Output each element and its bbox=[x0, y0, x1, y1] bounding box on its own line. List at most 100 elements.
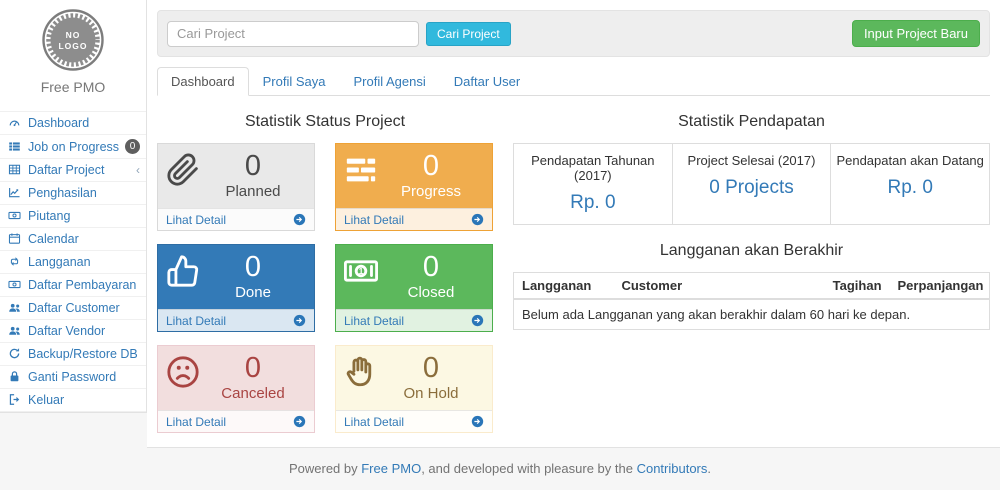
table-row: Belum ada Langganan yang akan berakhir d… bbox=[514, 299, 990, 330]
sidebar-item-penghasilan[interactable]: Penghasilan bbox=[0, 181, 146, 204]
stat-value: Rp. 0 bbox=[835, 177, 985, 199]
lihat-detail-label: Lihat Detail bbox=[166, 314, 226, 328]
users-icon bbox=[8, 324, 22, 338]
lock-icon bbox=[8, 370, 22, 384]
empty-subscriptions-message: Belum ada Langganan yang akan berakhir d… bbox=[514, 299, 990, 330]
status-card-body: 0Done bbox=[158, 245, 314, 309]
column-header-tagihan: Tagihan bbox=[809, 273, 890, 300]
footer-text: Powered by bbox=[289, 461, 361, 476]
sidebar-item-label: Calendar bbox=[28, 232, 79, 246]
tab-profil-agensi[interactable]: Profil Agensi bbox=[339, 67, 439, 96]
status-card-body: 10Closed bbox=[336, 245, 492, 309]
subscription-section-title: Langganan akan Berakhir bbox=[513, 242, 990, 260]
lihat-detail-label: Lihat Detail bbox=[344, 213, 404, 227]
sidebar-menu: Dashboard Job on Progress 0 Daftar Project ‹… bbox=[0, 111, 146, 412]
status-cards: 0PlannedLihat Detail 0Progress Lihat Detai… bbox=[157, 143, 493, 433]
search-button[interactable]: Cari Project bbox=[426, 22, 511, 46]
sidebar-item-daftar-pembayaran[interactable]: Daftar Pembayaran bbox=[0, 273, 146, 296]
lihat-detail-link[interactable]: Lihat Detail bbox=[158, 208, 314, 230]
sidebar-item-piutang[interactable]: Piutang bbox=[0, 204, 146, 227]
income-column: Statistik Pendapatan Pendapatan Tahunan … bbox=[513, 96, 990, 433]
sidebar-item-job-on-progress[interactable]: Job on Progress 0 bbox=[0, 134, 146, 158]
lihat-detail-link[interactable]: Lihat Detail bbox=[158, 309, 314, 331]
income-stat-pendapatan-tahunan-2017: Pendapatan Tahunan (2017) Rp. 0 bbox=[514, 144, 672, 224]
sidebar-item-label: Daftar Customer bbox=[28, 301, 120, 315]
status-column: Statistik Status Project 0PlannedLihat D… bbox=[157, 96, 493, 433]
new-project-button[interactable]: Input Project Baru bbox=[852, 20, 980, 47]
chevron-left-icon: ‹ bbox=[136, 164, 140, 176]
thumbs-up-icon bbox=[166, 254, 200, 291]
sidebar-item-label: Job on Progress bbox=[28, 140, 119, 154]
lihat-detail-link[interactable]: Lihat Detail bbox=[336, 208, 492, 230]
status-card-on-hold: 0On HoldLihat Detail bbox=[335, 345, 493, 433]
lihat-detail-link[interactable]: Lihat Detail bbox=[158, 410, 314, 432]
stat-value: Rp. 0 bbox=[518, 192, 668, 214]
page-footer: Powered by Free PMO, and developed with … bbox=[0, 448, 1000, 490]
column-header-perpanjangan: Perpanjangan bbox=[890, 273, 990, 300]
contributors-link[interactable]: Contributors bbox=[637, 461, 708, 476]
income-stats-table: Pendapatan Tahunan (2017)Rp. 0Project Se… bbox=[513, 143, 990, 225]
sidebar-item-daftar-project[interactable]: Daftar Project ‹ bbox=[0, 158, 146, 181]
users-icon bbox=[8, 301, 22, 315]
sidebar-item-daftar-vendor[interactable]: Daftar Vendor bbox=[0, 319, 146, 342]
money-icon bbox=[8, 278, 22, 292]
svg-text:LOGO: LOGO bbox=[58, 41, 87, 51]
table-icon bbox=[8, 163, 22, 177]
sidebar-item-label: Backup/Restore DB bbox=[28, 347, 138, 361]
column-header-customer: Customer bbox=[613, 273, 808, 300]
sidebar-item-label: Dashboard bbox=[28, 116, 89, 130]
sidebar-item-backup-restore-db[interactable]: Backup/Restore DB bbox=[0, 342, 146, 365]
money-bill-icon: 1 bbox=[344, 254, 378, 291]
money-icon bbox=[8, 209, 22, 223]
retweet-icon bbox=[8, 255, 22, 269]
status-card-done: 0Done Lihat Detail bbox=[157, 244, 315, 332]
lihat-detail-label: Lihat Detail bbox=[344, 314, 404, 328]
sidebar-item-dashboard[interactable]: Dashboard bbox=[0, 111, 146, 134]
stat-value: 0 Projects bbox=[677, 177, 827, 199]
calendar-icon bbox=[8, 232, 22, 246]
sign-out-icon bbox=[8, 393, 22, 407]
sidebar-item-ganti-password[interactable]: Ganti Password bbox=[0, 365, 146, 388]
sidebar-item-label: Daftar Project bbox=[28, 163, 104, 177]
sidebar-item-calendar[interactable]: Calendar bbox=[0, 227, 146, 250]
sidebar-item-langganan[interactable]: Langganan bbox=[0, 250, 146, 273]
free-pmo-link[interactable]: Free PMO bbox=[361, 461, 421, 476]
arrow-circle-right-icon bbox=[471, 415, 484, 428]
lihat-detail-link[interactable]: Lihat Detail bbox=[336, 309, 492, 331]
status-card-body: 0Progress bbox=[336, 144, 492, 208]
footer-text: . bbox=[707, 461, 711, 476]
main-content: Cari Project Input Project Baru Dashboar… bbox=[147, 0, 1000, 448]
income-section-title: Statistik Pendapatan bbox=[513, 113, 990, 131]
app-layout: NO LOGO Free PMO Dashboard Job on Progres… bbox=[0, 0, 1000, 448]
svg-text:NO: NO bbox=[66, 30, 81, 40]
arrow-circle-right-icon bbox=[471, 314, 484, 327]
income-stat-project-selesai-2017: Project Selesai (2017) 0 Projects bbox=[672, 144, 831, 224]
dashboard-body: Statistik Status Project 0PlannedLihat D… bbox=[147, 96, 1000, 433]
sidebar-item-label: Daftar Vendor bbox=[28, 324, 105, 338]
count-badge: 0 bbox=[125, 139, 140, 154]
search-input[interactable] bbox=[167, 21, 419, 47]
brand-name: Free PMO bbox=[0, 79, 146, 95]
stat-label: Pendapatan akan Datang bbox=[835, 153, 985, 168]
status-section-title: Statistik Status Project bbox=[157, 113, 493, 131]
status-card-planned: 0PlannedLihat Detail bbox=[157, 143, 315, 231]
sidebar-item-keluar[interactable]: Keluar bbox=[0, 388, 146, 412]
status-card-canceled: 0CanceledLihat Detail bbox=[157, 345, 315, 433]
brand-block: NO LOGO Free PMO bbox=[0, 0, 146, 101]
sidebar-item-label: Daftar Pembayaran bbox=[28, 278, 136, 292]
sidebar: NO LOGO Free PMO Dashboard Job on Progres… bbox=[0, 0, 147, 413]
tab-profil-saya[interactable]: Profil Saya bbox=[249, 67, 340, 96]
dashboard-icon bbox=[8, 116, 22, 130]
line-chart-icon bbox=[8, 186, 22, 200]
frown-icon bbox=[166, 355, 200, 392]
tab-dashboard[interactable]: Dashboard bbox=[157, 67, 249, 96]
sidebar-item-label: Langganan bbox=[28, 255, 91, 269]
stat-label: Project Selesai (2017) bbox=[677, 153, 827, 168]
stat-label: Pendapatan Tahunan (2017) bbox=[518, 153, 668, 183]
lihat-detail-link[interactable]: Lihat Detail bbox=[336, 410, 492, 432]
arrow-circle-right-icon bbox=[293, 213, 306, 226]
search-well: Cari Project Input Project Baru bbox=[157, 10, 990, 57]
tab-daftar-user[interactable]: Daftar User bbox=[440, 67, 534, 96]
sidebar-item-daftar-customer[interactable]: Daftar Customer bbox=[0, 296, 146, 319]
sidebar-item-label: Penghasilan bbox=[28, 186, 97, 200]
